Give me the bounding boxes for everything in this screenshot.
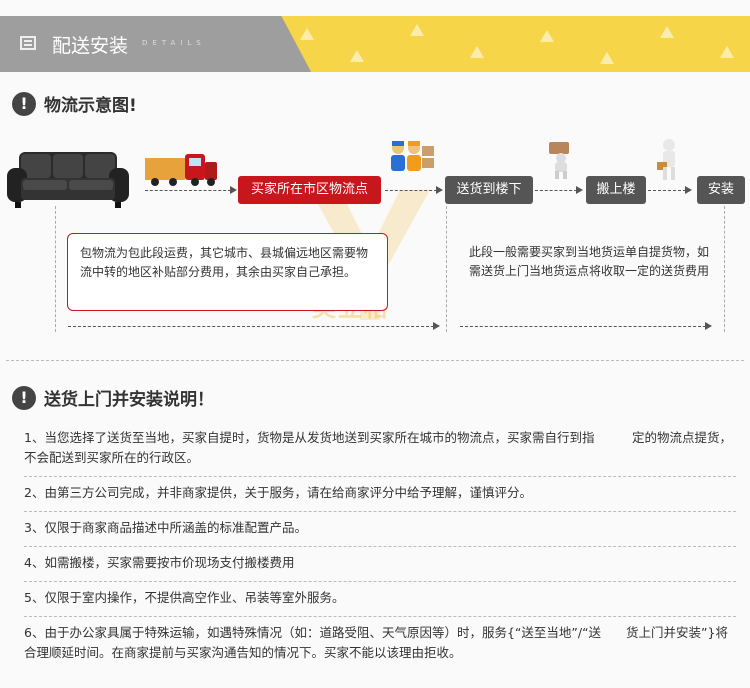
- flow-arrowhead: [230, 186, 237, 194]
- logistics-heading: 物流示意图!: [44, 96, 137, 116]
- step-deliver-downstairs: 送货到楼下: [445, 176, 533, 204]
- flow-arrow-line: [460, 326, 706, 327]
- list-item: 1、当您选择了送货至当地，买家自提时，货物是从发货地送到买家所在城市的物流点，买…: [24, 422, 736, 477]
- flow-arrowhead: [705, 322, 712, 330]
- sofa-icon: [7, 152, 129, 208]
- list-item: 3、仅限于商家商品描述中所涵盖的标准配置产品。: [24, 512, 736, 547]
- flow-arrow-line: [535, 190, 577, 191]
- flow-arrow-line: [145, 190, 231, 191]
- banner-triangle-decor: [600, 52, 614, 64]
- list-item: 2、由第三方公司完成，并非商家提供，关于服务，请在给商家评分中给予理解，谨慎评分…: [24, 477, 736, 512]
- flow-arrow-line: [648, 190, 686, 191]
- banner-triangle-decor: [660, 26, 674, 38]
- list-item: 5、仅限于室内操作，不提供高空作业、吊装等室外服务。: [24, 582, 736, 617]
- exclamation-icon: !: [12, 91, 36, 116]
- guide-line-right: [724, 206, 725, 332]
- logistics-heading-row: ! 物流示意图!: [12, 91, 137, 116]
- banner-title: 配送安装: [52, 35, 129, 57]
- banner-subtitle: DETAILS: [142, 39, 206, 47]
- banner-triangle-decor: [300, 28, 314, 40]
- step-install: 安装: [697, 176, 745, 204]
- carrying-box-icon: [549, 142, 569, 179]
- truck-icon: [145, 154, 217, 186]
- note-self-pickup: 此段一般需要买家到当地货运单自提货物，如需送货上门当地货运点将收取一定的送货费用: [469, 245, 710, 278]
- step-carry-upstairs: 搬上楼: [586, 176, 646, 204]
- list-item: 4、如需搬楼，买家需要按市价现场支付搬楼费用: [24, 547, 736, 582]
- banner-triangle-decor: [540, 30, 554, 42]
- note-freight-covered: 包物流为包此段运费，其它城市、县城偏远地区需要物流中转的地区补贴部分费用，其余由…: [67, 233, 388, 311]
- banner-triangle-decor: [470, 46, 484, 58]
- guide-line-mid: [446, 206, 447, 332]
- details-list-icon: [20, 36, 36, 50]
- install-heading: 送货上门并安装说明！: [44, 390, 214, 410]
- flow-arrow-line: [385, 190, 437, 191]
- banner-triangle-decor: [410, 24, 424, 36]
- banner-yellow-panel: [270, 16, 750, 72]
- installing-worker-icon: [657, 139, 675, 180]
- banner-triangle-decor: [720, 46, 734, 58]
- flow-arrowhead: [436, 186, 443, 194]
- exclamation-icon: !: [12, 385, 36, 410]
- section-divider: [6, 360, 744, 361]
- flow-arrow-line: [68, 326, 434, 327]
- install-heading-row: ! 送货上门并安装说明！: [12, 385, 214, 410]
- banner-triangle-decor: [350, 50, 364, 62]
- install-notes-list: 1、当您选择了送货至当地，买家自提时，货物是从发货地送到买家所在城市的物流点，买…: [24, 422, 736, 671]
- section-banner: 配送安装 DETAILS: [0, 16, 750, 72]
- list-item: 6、由于办公家具属于特殊运输，如遇特殊情况（如：道路受阻、天气原因等）时，服务{…: [24, 625, 728, 660]
- guide-line-left: [55, 206, 56, 332]
- flow-arrowhead: [685, 186, 692, 194]
- delivery-workers-icon: [391, 141, 434, 171]
- flow-arrowhead: [576, 186, 583, 194]
- step-city-logistics-point: 买家所在市区物流点: [238, 176, 381, 204]
- flow-arrowhead: [433, 322, 440, 330]
